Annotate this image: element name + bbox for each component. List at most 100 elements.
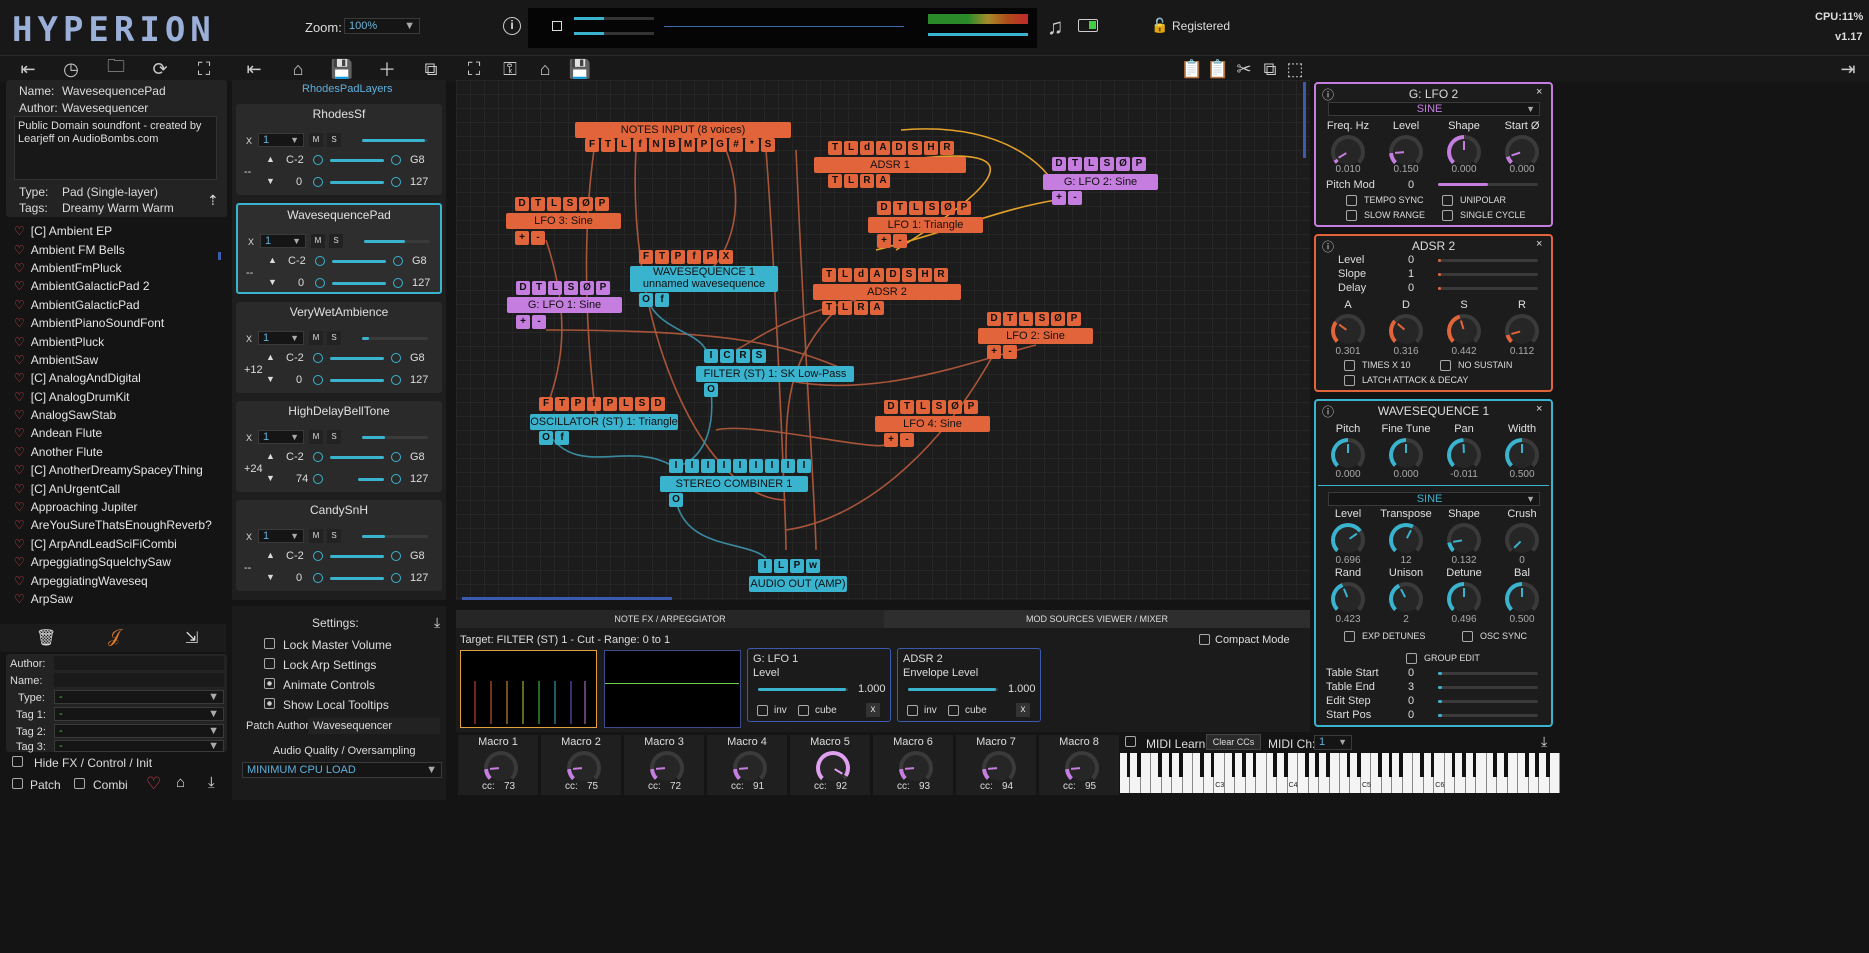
adsr1-out-pin[interactable]: R [860,174,874,188]
osc-in-pin[interactable]: D [651,397,665,411]
preset-item[interactable]: ♡ Approaching Jupiter [0,498,226,516]
key-high-handle[interactable] [393,256,403,266]
glfo2-in-pin[interactable]: D [1052,157,1066,171]
lfo3-in-pin[interactable]: T [531,197,545,211]
osc-out-pin[interactable]: O [539,431,553,445]
lfo2-out-pin[interactable]: - [1003,345,1017,359]
preset-item[interactable]: ♡ Andean Flute [0,424,226,442]
ws-bottom-knob[interactable] [1447,582,1481,616]
collapse-right-icon[interactable]: ⇥ [1834,56,1862,82]
vel-range-slider[interactable] [330,181,384,184]
clean-icon[interactable]: ⌂ [176,774,185,791]
ws-in-pin[interactable]: f [687,250,701,264]
adsr2-in-pin[interactable]: T [822,268,836,282]
layer-first-icon[interactable]: ⇤ [240,56,268,82]
ws-top-knob[interactable] [1331,438,1365,472]
exp-detunes-checkbox[interactable] [1344,631,1355,642]
glfo1-in-pin[interactable]: L [548,281,562,295]
preset-item[interactable]: ♡ [C] AnotherDreamySpaceyThing [0,461,226,479]
filter-out-pin[interactable]: O [704,383,718,397]
preset-item[interactable]: ♡ AmbientSaw [0,351,226,369]
macro-knob[interactable] [484,751,518,785]
notes-input-node[interactable]: NOTES INPUT (8 voices) [575,122,791,138]
vel-range-slider[interactable] [358,478,384,481]
module-graph[interactable]: NOTES INPUT (8 voices) F T Lf N B M P G # * S T Ld A D S… [456,80,1310,600]
preset-item[interactable]: ♡ AmbientFmPluck [0,259,226,277]
adsr1-in-pin[interactable]: S [908,141,922,155]
white-key[interactable] [1182,753,1194,793]
adsr1-in-pin[interactable]: d [860,141,874,155]
key-low-handle[interactable] [313,353,323,363]
lfo2-in-pin[interactable]: L [1019,312,1033,326]
key-high-handle[interactable] [391,353,401,363]
vel-high-handle[interactable] [393,278,403,288]
layer-solo-button[interactable]: S [327,133,341,147]
adsr1-in-pin[interactable]: A [876,141,890,155]
layer-mute-button[interactable]: M [309,331,323,345]
favorite-icon[interactable]: ♡ [14,243,25,257]
adsr1-out-pin[interactable]: L [844,174,858,188]
transpose-up-icon[interactable]: ▲ [266,154,275,164]
favorite-icon[interactable]: ♡ [14,482,25,496]
adsr2-node[interactable]: ADSR 2 [813,284,961,300]
lfo1-in-pin[interactable]: L [909,201,923,215]
compact-mode-checkbox[interactable] [1199,634,1210,645]
key-range-slider[interactable] [330,159,384,162]
favorite-icon[interactable]: ♡ [14,518,25,532]
osc-in-pin[interactable]: F [539,397,553,411]
ws-out-pin[interactable]: O [639,293,653,307]
mod-slot-2-inv-checkbox[interactable] [907,705,918,716]
combiner-in-pin[interactable]: I [797,459,811,473]
favorite-icon[interactable]: ♡ [14,390,25,404]
transpose-down-icon[interactable]: ▼ [266,374,275,384]
tooltips-checkbox[interactable] [264,698,275,709]
white-key[interactable] [1329,753,1340,793]
key-range-slider[interactable] [330,555,384,558]
filter-in-pin[interactable]: S [752,349,766,363]
preset-item[interactable]: ♡ ArpeggiatingSquelchySaw [0,553,226,571]
notes-input-pin[interactable]: S [761,138,775,152]
combiner-in-pin[interactable]: I [749,459,763,473]
white-key[interactable] [1402,753,1414,793]
macro-knob[interactable] [816,751,850,785]
favorite-icon[interactable]: ♡ [14,463,25,477]
pitch-mod-slider[interactable] [1438,183,1538,186]
lfo1-out-pin[interactable]: - [893,234,907,248]
no-sustain-checkbox[interactable] [1440,360,1451,371]
filter-name-input[interactable] [54,673,224,687]
adsr2-knob[interactable] [1447,314,1481,348]
lfo3-out-pin[interactable]: + [515,231,529,245]
mod-slot-2-cube-checkbox[interactable] [948,705,959,716]
key-low-handle[interactable] [313,155,323,165]
glfo2-wave-select[interactable]: SINE ▼ [1328,102,1540,116]
lfo4-in-pin[interactable]: D [884,400,898,414]
glfo2-out-pin[interactable]: - [1068,191,1082,205]
layer-name[interactable]: WavesequencePad [238,208,440,224]
macro-knob[interactable] [982,751,1016,785]
vel-high-handle[interactable] [391,375,401,385]
lfo4-out-pin[interactable]: + [884,433,898,447]
glfo1-out-pin[interactable]: - [532,315,546,329]
glfo1-in-pin[interactable]: P [596,281,610,295]
layer-strip[interactable]: WavesequencePad X 1 ▼ M S ▲ ▼ -- C-2 G8 0 127 [236,203,442,294]
zoom-select[interactable]: 100% ▼ [344,18,420,34]
lfo4-in-pin[interactable]: T [900,400,914,414]
ws-top-knob[interactable] [1505,438,1539,472]
preset-item[interactable]: ♡ AmbientPluck [0,332,226,350]
adsr2-out-pin[interactable]: L [838,301,852,315]
layer-channel-select[interactable]: 1 ▼ [258,331,304,345]
ws-mid-knob[interactable] [1331,523,1365,557]
listen-icon[interactable]: 𝒥 [108,626,120,647]
vel-low-handle[interactable] [313,375,323,385]
tab-mod-sources[interactable]: MOD SOURCES VIEWER / MIXER [884,610,1310,628]
glfo2-in-pin[interactable]: T [1068,157,1082,171]
combiner-out-pin[interactable]: O [669,493,683,507]
white-key[interactable] [1476,753,1487,793]
lock-master-checkbox[interactable] [264,638,275,649]
osc-out-pin[interactable]: f [555,431,569,445]
adsr1-in-pin[interactable]: H [924,141,938,155]
mod-slot-1-cube-checkbox[interactable] [798,705,809,716]
vel-range-slider[interactable] [330,577,384,580]
adsr2-in-pin[interactable]: L [838,268,852,282]
vel-low-handle[interactable] [313,474,323,484]
